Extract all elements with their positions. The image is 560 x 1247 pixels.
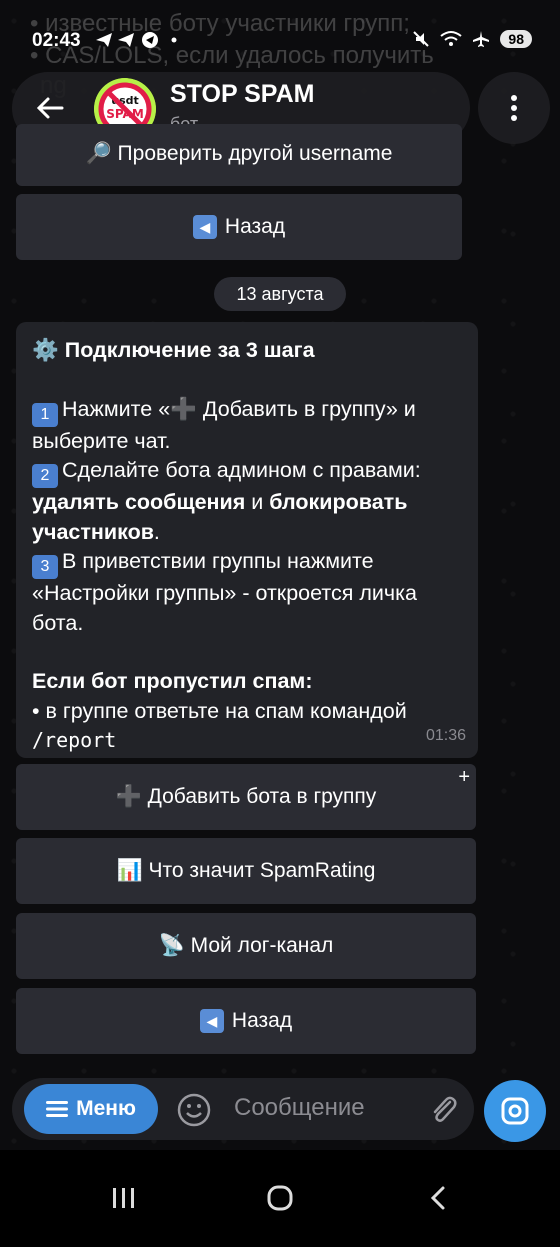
check-username-label: 🔎 Проверить другой username bbox=[85, 142, 393, 165]
step-3-text: В приветствии группы нажмите «Настройки … bbox=[32, 549, 417, 635]
status-time: 02:43 bbox=[32, 30, 81, 51]
back-inline-button-top[interactable]: ◀ Назад bbox=[16, 194, 462, 260]
add-bot-to-group-button[interactable]: ➕ Добавить бота в группу + bbox=[16, 764, 476, 830]
add-bot-label: ➕ Добавить бота в группу bbox=[115, 785, 377, 808]
back-arrow-button[interactable] bbox=[32, 90, 68, 126]
chat-title: STOP SPAM bbox=[170, 80, 315, 108]
smiley-icon bbox=[177, 1093, 211, 1127]
paperclip-icon bbox=[433, 1096, 457, 1122]
message-step-3: 3В приветствии группы нажмите «Настройки… bbox=[32, 547, 462, 638]
airplane-icon bbox=[473, 31, 490, 47]
camera-button[interactable] bbox=[484, 1080, 546, 1142]
emoji-button[interactable] bbox=[176, 1092, 212, 1128]
keycap-2-icon: 2 bbox=[32, 464, 58, 488]
step-1-text: Нажмите «➕ Добавить в группу» и выберите… bbox=[32, 396, 416, 453]
spam-line: • в группе ответьте на спам командой bbox=[32, 698, 407, 723]
step-2-end: . bbox=[153, 519, 160, 544]
ghost-text-line: • известные боту участники групп; bbox=[30, 10, 410, 37]
telegram-icon bbox=[96, 32, 177, 48]
keycap-1-icon: 1 bbox=[32, 402, 58, 427]
back-label: Назад bbox=[224, 215, 286, 238]
spam-instruction: • в группе ответьте на спам командой /re… bbox=[32, 697, 462, 756]
battery-indicator: 98 bbox=[500, 30, 532, 48]
keycap-3-icon: 3 bbox=[32, 555, 58, 579]
home-icon bbox=[267, 1185, 293, 1211]
spamrating-button[interactable]: 📊 Что значит SpamRating bbox=[16, 838, 476, 904]
status-bar: • известные боту участники групп; • CAS/… bbox=[0, 0, 560, 99]
more-options-button[interactable] bbox=[478, 72, 550, 144]
back-triangle-icon: ◀ bbox=[192, 215, 217, 239]
bot-message: ⚙️ Подключение за 3 шага 1 Нажмите «➕ Доб… bbox=[16, 322, 478, 758]
check-username-button[interactable]: 🔎 Проверить другой username bbox=[16, 124, 462, 186]
message-time: 01:36 bbox=[425, 726, 466, 744]
home-button[interactable] bbox=[260, 1178, 300, 1218]
notification-icons bbox=[94, 30, 180, 55]
camera-icon bbox=[501, 1097, 529, 1125]
attach-button[interactable] bbox=[426, 1092, 462, 1128]
system-navigation-bar bbox=[0, 1150, 560, 1247]
message-step-2: 2 Сделайте бота админом с правами: удалят… bbox=[32, 456, 462, 547]
menu-label: Меню bbox=[76, 1097, 136, 1120]
step-2-text: Сделайте бота админом с правами: bbox=[62, 458, 421, 482]
date-separator: 13 августа bbox=[214, 277, 346, 311]
corner-plus-icon: + bbox=[458, 766, 470, 788]
recent-apps-icon bbox=[113, 1188, 134, 1208]
message-input[interactable]: Сообщение bbox=[234, 1094, 365, 1122]
back-triangle-icon: ◀ bbox=[199, 1009, 224, 1033]
spam-title: Если бот пропустил спам: bbox=[32, 669, 313, 693]
step-2-bold-1: удалять сообщения bbox=[32, 490, 246, 514]
recent-apps-button[interactable] bbox=[104, 1178, 144, 1218]
back-inline-button-bottom[interactable]: ◀ Назад bbox=[16, 988, 476, 1054]
report-command[interactable]: /report bbox=[32, 728, 116, 752]
system-back-button[interactable] bbox=[418, 1178, 458, 1218]
back-label: Назад bbox=[231, 1009, 293, 1032]
ghost-text-line: • CAS/LOLS, если удалось получить bbox=[30, 42, 434, 69]
hamburger-icon bbox=[46, 1101, 69, 1117]
log-channel-button[interactable]: 📡 Мой лог-канал bbox=[16, 913, 476, 979]
step-2-mid: и bbox=[245, 490, 270, 514]
wifi-icon bbox=[440, 31, 463, 46]
mute-icon bbox=[413, 31, 430, 47]
system-icons: 98 bbox=[412, 30, 532, 48]
message-input-bar: Меню Сообщение bbox=[12, 1078, 474, 1140]
vertical-dots-icon bbox=[511, 95, 517, 121]
menu-button[interactable]: Меню bbox=[24, 1084, 158, 1134]
message-step-1: 1 Нажмите «➕ Добавить в группу» и выберит… bbox=[32, 395, 462, 457]
message-title: ⚙️ Подключение за 3 шага bbox=[32, 338, 315, 362]
arrow-left-icon bbox=[36, 97, 64, 119]
spamrating-label: 📊 Что значит SpamRating bbox=[116, 859, 376, 882]
log-channel-label: 📡 Мой лог-канал bbox=[158, 934, 334, 957]
chevron-left-icon bbox=[430, 1186, 445, 1210]
